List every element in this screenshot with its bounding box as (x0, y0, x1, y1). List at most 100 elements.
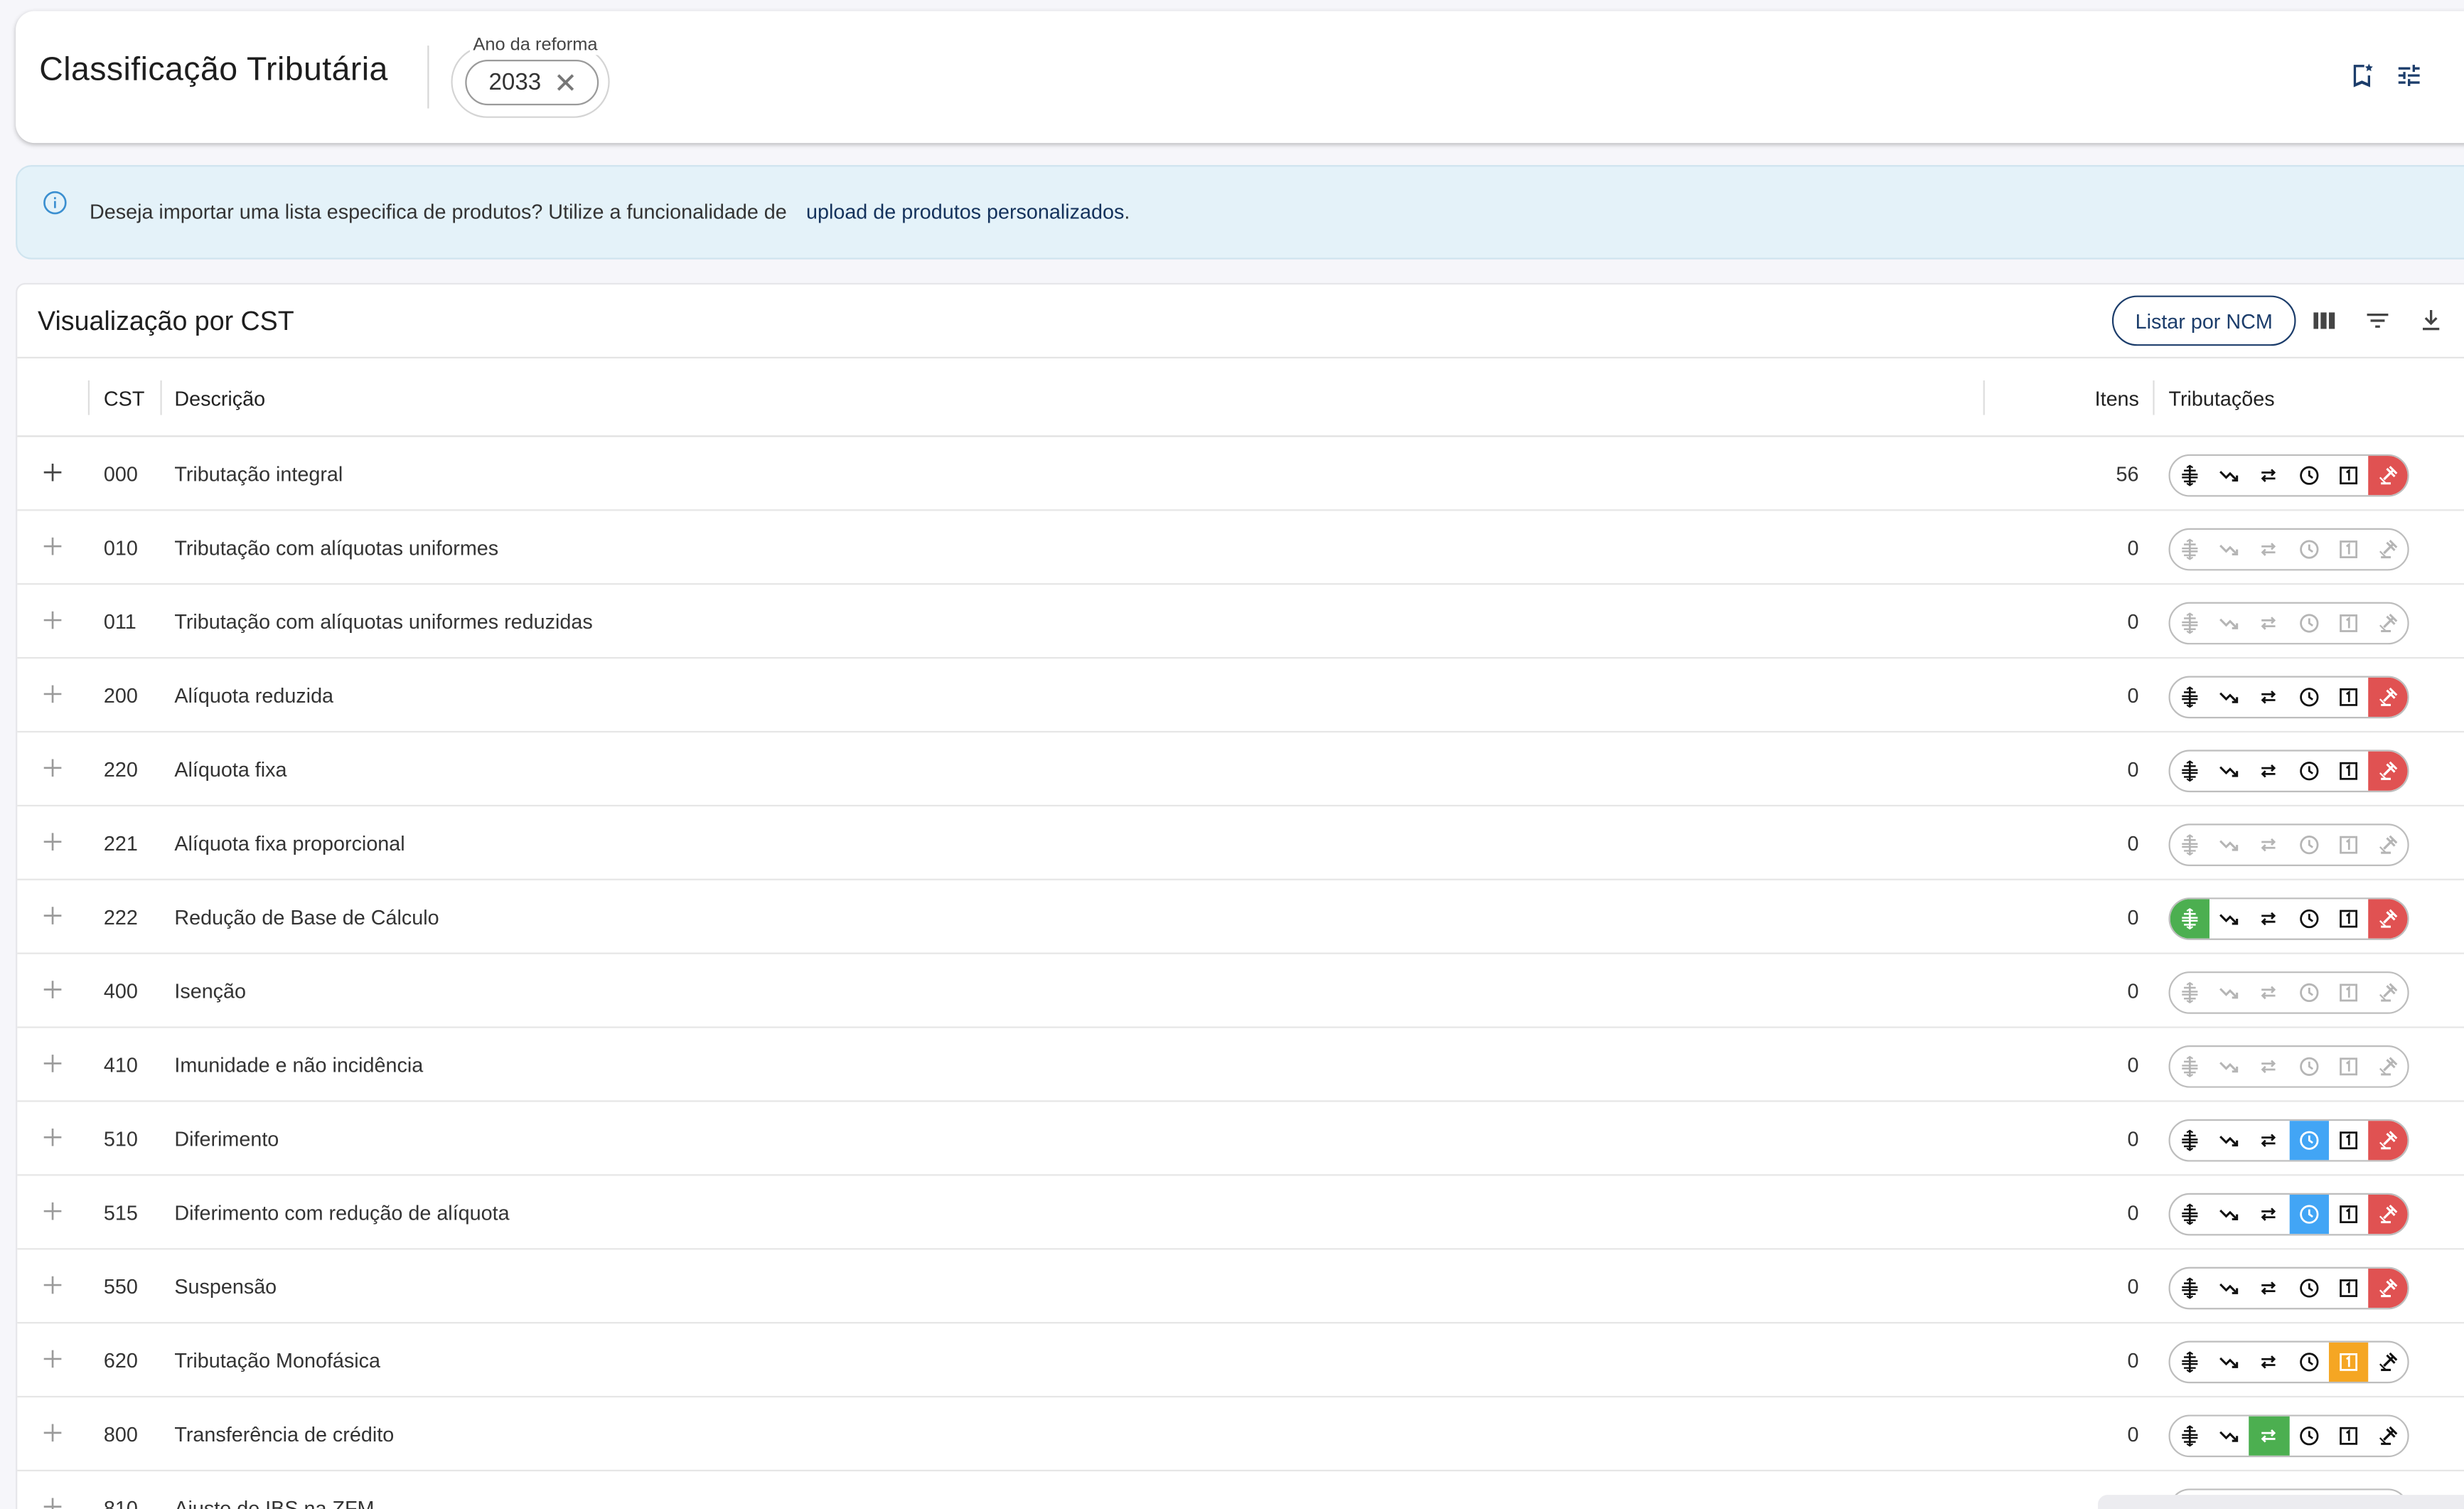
expand-row-icon[interactable] (43, 1349, 63, 1370)
taxation-toggle[interactable] (2367, 456, 2408, 496)
taxation-toggle[interactable] (2289, 899, 2329, 938)
expand-row-icon[interactable] (43, 536, 63, 557)
taxation-toggle[interactable] (2209, 1195, 2249, 1234)
expand-row-icon[interactable] (43, 1127, 63, 1148)
table-row[interactable]: 800 Transferência de crédito 0 (17, 1397, 2464, 1472)
table-row[interactable]: 200 Alíquota reduzida 0 (17, 658, 2464, 733)
bookmark-star-icon[interactable] (2347, 61, 2376, 90)
taxation-toggle[interactable] (2249, 826, 2289, 865)
column-header-cst[interactable]: CST (104, 387, 144, 410)
download-icon[interactable] (2417, 306, 2446, 335)
expand-row-icon[interactable] (43, 831, 63, 852)
taxation-toggle[interactable] (2170, 752, 2210, 791)
taxation-toggle[interactable] (2367, 1194, 2408, 1235)
column-header-items[interactable]: Itens (2095, 387, 2139, 410)
expand-row-icon[interactable] (43, 1423, 63, 1444)
table-row[interactable]: 550 Suspensão 0 (17, 1249, 2464, 1324)
table-row[interactable]: 510 Diferimento 0 (17, 1102, 2464, 1176)
taxation-toggle[interactable] (2170, 1121, 2210, 1160)
taxation-toggle[interactable] (2209, 1417, 2249, 1456)
taxation-toggle[interactable] (2368, 1417, 2408, 1456)
taxation-toggle[interactable] (2209, 604, 2249, 643)
table-row[interactable]: 400 Isenção 0 (17, 954, 2464, 1028)
close-icon[interactable]: ✕ (554, 68, 577, 97)
taxation-toggle[interactable] (2328, 456, 2368, 495)
columns-icon[interactable] (2310, 306, 2338, 335)
taxation-toggle[interactable] (2209, 456, 2249, 495)
expand-row-icon[interactable] (43, 1053, 63, 1074)
taxation-toggle-group[interactable] (2168, 1193, 2409, 1236)
taxation-toggle[interactable] (2209, 1047, 2249, 1086)
taxation-toggle[interactable] (2289, 530, 2329, 569)
taxation-toggle[interactable] (2368, 973, 2408, 1012)
column-header-description[interactable]: Descrição (174, 387, 265, 410)
taxation-toggle-group[interactable] (2168, 971, 2409, 1014)
taxation-toggle[interactable] (2209, 973, 2249, 1012)
taxation-toggle[interactable] (2209, 678, 2249, 717)
taxation-toggle[interactable] (2328, 1195, 2368, 1234)
expand-row-icon[interactable] (43, 979, 63, 1000)
taxation-toggle[interactable] (2170, 1047, 2210, 1086)
taxation-toggle[interactable] (2289, 826, 2329, 865)
taxation-toggle[interactable] (2328, 1342, 2368, 1382)
table-row[interactable]: 222 Redução de Base de Cálculo 0 (17, 880, 2464, 954)
taxation-toggle[interactable] (2170, 530, 2210, 569)
taxation-toggle[interactable] (2289, 1343, 2329, 1382)
taxation-toggle[interactable] (2367, 1268, 2408, 1308)
reform-year-chip[interactable]: 2033 ✕ (465, 59, 599, 106)
taxation-toggle[interactable] (2170, 899, 2210, 939)
filter-icon[interactable] (2364, 306, 2392, 335)
taxation-toggle[interactable] (2289, 1047, 2329, 1086)
taxation-toggle[interactable] (2249, 456, 2289, 495)
taxation-toggle[interactable] (2209, 899, 2249, 938)
table-row[interactable]: 220 Alíquota fixa 0 (17, 732, 2464, 806)
taxation-toggle[interactable] (2170, 1269, 2210, 1308)
taxation-toggle[interactable] (2328, 604, 2368, 643)
taxation-toggle-group[interactable] (2168, 1045, 2409, 1088)
taxation-toggle[interactable] (2209, 1343, 2249, 1382)
taxation-toggle[interactable] (2367, 677, 2408, 717)
taxation-toggle[interactable] (2328, 530, 2368, 569)
expand-row-icon[interactable] (43, 610, 63, 631)
taxation-toggle[interactable] (2288, 1194, 2329, 1235)
taxation-toggle-group[interactable] (2168, 1414, 2409, 1458)
expand-row-icon[interactable] (43, 1201, 63, 1222)
tune-icon[interactable] (2395, 61, 2423, 90)
taxation-toggle[interactable] (2249, 1195, 2289, 1234)
taxation-toggle[interactable] (2249, 752, 2289, 791)
taxation-toggle[interactable] (2249, 1121, 2289, 1160)
taxation-toggle[interactable] (2249, 604, 2289, 643)
taxation-toggle[interactable] (2368, 604, 2408, 643)
list-by-ncm-button[interactable]: Listar por NCM (2111, 295, 2296, 346)
taxation-toggle[interactable] (2368, 1343, 2408, 1382)
taxation-toggle-group[interactable] (2168, 823, 2409, 866)
upload-link-text[interactable]: upload de produtos personalizados (806, 200, 1124, 223)
taxation-toggle[interactable] (2328, 1417, 2368, 1456)
upload-link[interactable]: upload de produtos personalizados. (806, 200, 1130, 223)
taxation-toggle[interactable] (2289, 752, 2329, 791)
taxation-toggle[interactable] (2170, 1195, 2210, 1234)
taxation-toggle[interactable] (2249, 1269, 2289, 1308)
table-row[interactable]: 620 Tributação Monofásica 0 (17, 1323, 2464, 1398)
expand-row-icon[interactable] (43, 684, 63, 705)
table-row[interactable]: 011 Tributação com alíquotas uniformes re… (17, 585, 2464, 659)
expand-row-icon[interactable] (43, 905, 63, 926)
taxation-toggle[interactable] (2328, 826, 2368, 865)
taxation-toggle[interactable] (2288, 1121, 2329, 1161)
taxation-toggle[interactable] (2170, 973, 2210, 1012)
table-row[interactable]: 810 Ajuste de IBS na ZFM (17, 1471, 2464, 1509)
taxation-toggle[interactable] (2289, 1417, 2329, 1456)
taxation-toggle[interactable] (2367, 899, 2408, 939)
table-row[interactable]: 515 Diferimento com redução de alíquota 0 (17, 1175, 2464, 1250)
taxation-toggle[interactable] (2249, 678, 2289, 717)
table-row[interactable]: 410 Imunidade e não incidência 0 (17, 1028, 2464, 1102)
taxation-toggle[interactable] (2170, 604, 2210, 643)
taxation-toggle[interactable] (2249, 1416, 2289, 1456)
taxation-toggle[interactable] (2368, 530, 2408, 569)
taxation-toggle[interactable] (2289, 1269, 2329, 1308)
taxation-toggle[interactable] (2367, 751, 2408, 791)
taxation-toggle[interactable] (2209, 1269, 2249, 1308)
taxation-toggle[interactable] (2328, 899, 2368, 938)
expand-row-icon[interactable] (43, 1496, 63, 1509)
expand-row-icon[interactable] (43, 1275, 63, 1296)
